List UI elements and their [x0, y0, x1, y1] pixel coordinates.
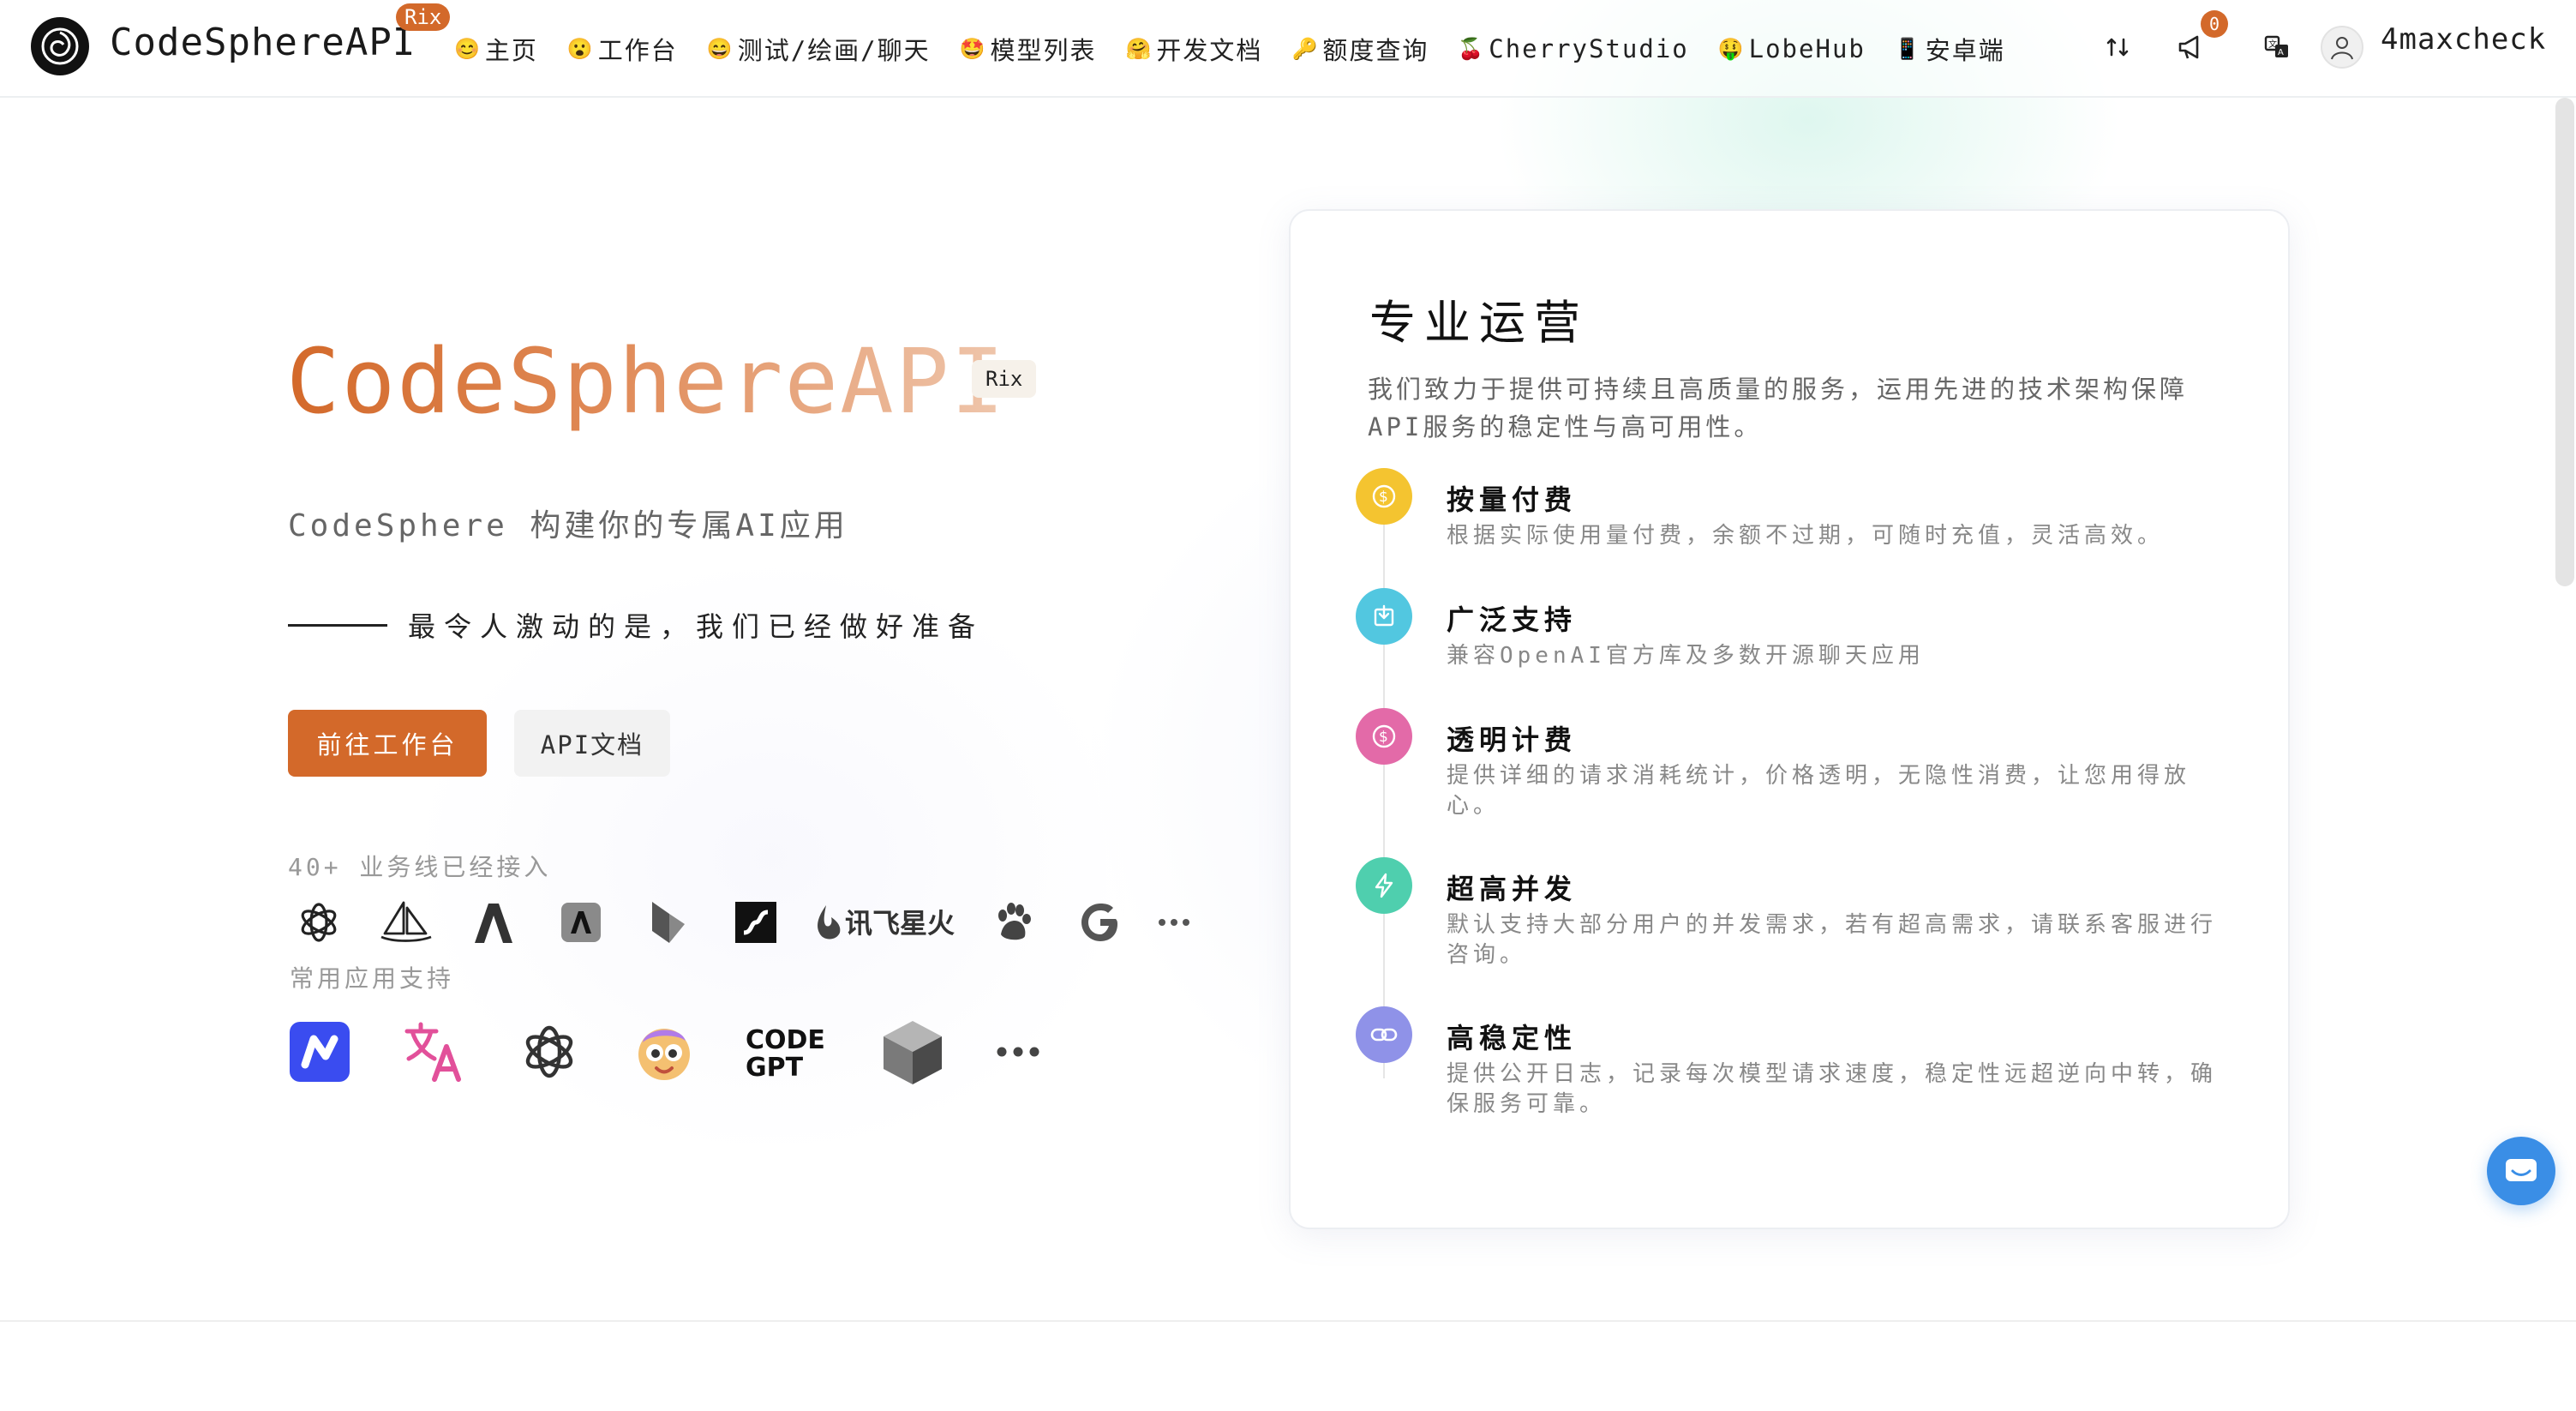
feature-text: 兼容OpenAI官方库及多数开源聊天应用	[1447, 643, 1925, 669]
nav-label: 测试/绘画/聊天	[737, 36, 931, 65]
business-lines-label: 40+ 业务线已经接入	[288, 853, 552, 881]
card-description: 我们致力于提供可持续且高质量的服务，运用先进的技术架构保障API服务的稳定性与高…	[1368, 375, 2189, 441]
openai-icon	[288, 892, 350, 953]
card-title: 专业运营	[1369, 296, 1589, 350]
nav-emoji: 😄	[706, 37, 734, 61]
api-docs-button[interactable]: API文档	[514, 710, 670, 777]
more-providers-icon[interactable]	[1157, 892, 1191, 953]
svg-text:$: $	[1379, 489, 1388, 506]
notification-badge: 0	[2201, 10, 2228, 38]
nav-item-home[interactable]: 😊 主页	[454, 31, 538, 67]
nav-item-docs[interactable]: 🤗 开发文档	[1126, 31, 1263, 67]
nav-label: 安卓端	[1925, 36, 2005, 65]
nav-emoji: 📱	[1894, 37, 1922, 61]
tagline-dash	[288, 623, 387, 627]
timeline-line	[1383, 495, 1385, 1078]
lightning-icon	[1356, 857, 1412, 914]
nav-label: 模型列表	[990, 36, 1097, 65]
xunfei-spark-icon: 讯飞星火	[812, 892, 956, 953]
nav-emoji: 🤩	[959, 37, 987, 61]
feature-title: 高稳定性	[1447, 1022, 1578, 1054]
bedrock-icon	[638, 892, 699, 953]
chat-bubble-icon	[2506, 1159, 2537, 1181]
username[interactable]: 4maxcheck	[2381, 22, 2546, 57]
brand-name[interactable]: CodeSphereAPI	[110, 21, 416, 64]
claude-icon	[550, 892, 612, 953]
link-icon	[1356, 1006, 1412, 1063]
hero-tagline: 最令人激动的是，我们已经做好准备	[288, 605, 984, 645]
nav-item-test-draw-chat[interactable]: 😄 测试/绘画/聊天	[707, 31, 931, 67]
feature-title: 按量付费	[1447, 483, 1578, 516]
nav-emoji: 😮	[566, 37, 595, 61]
language-icon[interactable]: 文A	[2259, 29, 2295, 65]
apps-label: 常用应用支持	[290, 964, 455, 993]
svg-text:A: A	[2278, 48, 2284, 57]
feature-text: 提供公开日志，记录每次模型请求速度，稳定性远超逆向中转，确保服务可靠。	[1447, 1061, 2218, 1117]
nav-label: 开发文档	[1156, 36, 1263, 65]
apps-row: CODE GPT	[286, 1017, 1090, 1087]
feature-text: 提供详细的请求消耗统计，价格透明，无隐性消费，让您用得放心。	[1447, 763, 2191, 819]
codegpt-text-top: CODE	[746, 1025, 825, 1055]
switch-icon[interactable]	[2100, 29, 2136, 65]
feature-title: 超高并发	[1447, 873, 1578, 905]
nextchat-icon	[286, 1018, 353, 1085]
dollar-circle-icon: $	[1356, 708, 1412, 765]
brand-badge: Rix	[396, 3, 451, 31]
baidu-paw-icon	[982, 892, 1044, 953]
nav-label: 主页	[484, 36, 538, 65]
nav-item-workbench[interactable]: 😮 工作台	[567, 31, 678, 67]
more-apps-icon[interactable]	[994, 1018, 1042, 1085]
xunfei-text: 讯飞星火	[845, 907, 955, 940]
svg-text:文: 文	[2268, 39, 2277, 50]
nav-emoji: 😊	[454, 37, 482, 61]
codegpt-text-bottom: GPT	[746, 1053, 804, 1079]
provider-logos-row: 讯飞星火	[288, 892, 1217, 953]
user-avatar[interactable]	[2321, 26, 2363, 69]
chatgpt-icon	[516, 1018, 583, 1085]
nav-emoji: 🔑	[1291, 37, 1320, 61]
nav-item-cherrystudio[interactable]: 🍒 CherryStudio	[1458, 31, 1688, 67]
feature-title: 透明计费	[1447, 724, 1578, 756]
nav-item-android[interactable]: 📱 安卓端	[1895, 31, 2005, 67]
box-download-icon	[1356, 588, 1412, 645]
nav-emoji: 🤑	[1717, 37, 1746, 61]
site-logo-icon[interactable]	[31, 17, 89, 75]
section-divider	[0, 1320, 2576, 1322]
nav-label: LobeHub	[1748, 34, 1866, 63]
anthropic-icon	[463, 892, 524, 953]
hero-badge: Rix	[972, 360, 1037, 398]
top-navbar: CodeSphereAPI Rix 😊 主页 😮 工作台 😄 测试/绘画/聊天 🤩 模型…	[0, 0, 2576, 98]
announcement-icon[interactable]	[2173, 29, 2209, 65]
main-nav: 😊 主页 😮 工作台 😄 测试/绘画/聊天 🤩 模型列表 🤗 开发文档 🔑 额度查询 🍒 Ch…	[454, 31, 2034, 67]
google-icon	[1069, 892, 1131, 953]
cube-icon	[879, 1018, 946, 1085]
page-scrollbar[interactable]	[2555, 98, 2574, 586]
lobechat-icon	[631, 1018, 698, 1085]
feature-title: 广泛支持	[1447, 603, 1578, 636]
nav-emoji: 🤗	[1125, 37, 1153, 61]
nav-item-quota[interactable]: 🔑 额度查询	[1291, 31, 1429, 67]
stability-icon	[725, 892, 787, 953]
translate-icon	[401, 1018, 468, 1085]
hero-title: CodeSphereAPI	[286, 329, 1006, 434]
nav-label: 额度查询	[1322, 36, 1429, 65]
goto-workbench-button[interactable]: 前往工作台	[288, 710, 487, 777]
features-card: 专业运营 我们致力于提供可持续且高质量的服务，运用先进的技术架构保障API服务的…	[1289, 209, 2290, 1229]
dollar-coin-icon: $	[1356, 468, 1412, 525]
chat-support-button[interactable]	[2487, 1137, 2555, 1205]
codegpt-icon: CODE GPT	[746, 1018, 831, 1085]
tagline-text: 最令人激动的是，我们已经做好准备	[408, 610, 985, 643]
feature-text: 默认支持大部分用户的并发需求，若有超高需求，请联系客服进行咨询。	[1447, 912, 2218, 968]
nav-label: 工作台	[597, 36, 678, 65]
nav-item-models[interactable]: 🤩 模型列表	[960, 31, 1097, 67]
hero-subtitle: CodeSphere 构建你的专属AI应用	[288, 508, 848, 543]
midjourney-icon	[375, 892, 437, 953]
nav-item-lobehub[interactable]: 🤑 LobeHub	[1718, 31, 1866, 67]
svg-text:$: $	[1379, 729, 1388, 746]
nav-emoji: 🍒	[1458, 37, 1486, 61]
feature-text: 根据实际使用量付费，余额不过期，可随时充值，灵活高效。	[1447, 523, 2165, 549]
nav-label: CherryStudio	[1489, 34, 1689, 63]
